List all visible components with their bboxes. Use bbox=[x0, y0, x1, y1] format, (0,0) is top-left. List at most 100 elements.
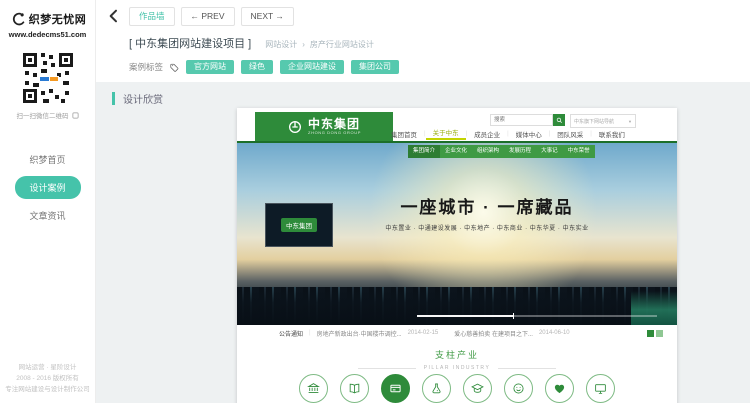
site-nav-about: 关于中东 bbox=[426, 127, 466, 140]
qr-caption: 扫一扫微信二维码 bbox=[0, 110, 95, 120]
slider-progress bbox=[417, 315, 513, 317]
hero-subtitle: 中东置业 · 中通建设发展 · 中东地产 · 中东商业 · 中东华夏 · 中东实… bbox=[307, 223, 667, 232]
ticker-divider: | bbox=[309, 330, 311, 336]
sidebar-item-design-cases[interactable]: 设计案例 bbox=[15, 176, 81, 199]
page: 织梦无忧网 www.dedecms51.com 扫一扫微信二维码 bbox=[0, 0, 750, 403]
hero-slogan: 一座城市 · 一席藏品 bbox=[307, 193, 667, 218]
zhongdong-logo: 中东集团 ZHONG DONG GROUP bbox=[255, 112, 393, 141]
tags-label: 案例标签 bbox=[129, 61, 163, 73]
ticker-pager bbox=[647, 330, 663, 337]
hero-text: 一座城市 · 一席藏品 中东置业 · 中通建设发展 · 中东地产 · 中东商业 … bbox=[307, 193, 667, 232]
breadcrumb-category[interactable]: 网站设计 bbox=[265, 39, 297, 50]
tag-official-site[interactable]: 官方网站 bbox=[186, 60, 234, 74]
site-search-input bbox=[490, 114, 553, 126]
skyline-green-buildings bbox=[631, 291, 677, 325]
site-search bbox=[490, 114, 565, 126]
site-nav-contact: 联系我们 bbox=[592, 129, 632, 139]
sidebar-item-home[interactable]: 织梦首页 bbox=[29, 150, 65, 169]
pillar-section-header: 支柱产业 PILLAR INDUSTRY bbox=[237, 348, 677, 371]
footer-line-2: 2008 - 2016 版权所有 bbox=[0, 373, 95, 384]
title-row: [ 中东集团网站建设项目 ] 网站设计 › 房产行业网站设计 bbox=[129, 35, 374, 51]
news-date-1: 2014-02-15 bbox=[408, 330, 439, 336]
flask-icon bbox=[422, 374, 451, 403]
chevron-down-icon: ▼ bbox=[628, 119, 632, 124]
sidebar-menu: 织梦首页 设计案例 文章资讯 bbox=[0, 150, 95, 225]
tag-group-company[interactable]: 集团公司 bbox=[351, 60, 399, 74]
pagination-controls: 作品墙 ← PREV NEXT → bbox=[129, 7, 294, 26]
search-icon bbox=[556, 117, 563, 124]
design-preview-image[interactable]: 中东集团 ZHONG DONG GROUP 集团首页| 关于中东| 成员企业| … bbox=[237, 108, 677, 403]
site-nav-media: 媒体中心 bbox=[509, 129, 549, 139]
tag-icon bbox=[170, 63, 179, 72]
breadcrumb-current[interactable]: 房产行业网站设计 bbox=[310, 39, 374, 50]
dedecms-logo-icon bbox=[9, 10, 27, 28]
site-nav-members: 成员企业 bbox=[467, 129, 507, 139]
design-section-header: 设计欣赏 bbox=[112, 91, 163, 106]
pillar-subtitle: PILLAR INDUSTRY bbox=[424, 365, 491, 371]
subnav-item-6: 中东荣誉 bbox=[563, 145, 595, 158]
site-nav: 集团首页| 关于中东| 成员企业| 媒体中心| 团队风采| 联系我们 bbox=[384, 126, 632, 141]
zhongdong-logo-subtext: ZHONG DONG GROUP bbox=[308, 130, 361, 135]
works-wall-button[interactable]: 作品墙 bbox=[129, 7, 175, 26]
site-nav-team: 团队风采 bbox=[550, 129, 590, 139]
site-search-button bbox=[553, 114, 565, 126]
zhongdong-logo-text: 中东集团 bbox=[308, 118, 361, 130]
tag-enterprise-website[interactable]: 企业网站建设 bbox=[280, 60, 344, 74]
heart-icon bbox=[545, 374, 574, 403]
subnav-item-1: 集团简介 bbox=[408, 145, 440, 158]
pillar-subtitle-row: PILLAR INDUSTRY bbox=[237, 365, 677, 371]
sidebar: 织梦无忧网 www.dedecms51.com 扫一扫微信二维码 bbox=[0, 0, 96, 403]
finance-card-icon bbox=[381, 374, 410, 403]
sidebar-footer: 网站运营 · 星阶设计 2008 - 2016 版权所有 专注网站建设与设计制作… bbox=[0, 362, 95, 395]
ticker-label: 公告通知 bbox=[279, 329, 303, 338]
breadcrumb-separator: › bbox=[302, 40, 305, 49]
tag-green[interactable]: 绿色 bbox=[241, 60, 273, 74]
pager-dot-1 bbox=[647, 330, 654, 337]
back-button[interactable] bbox=[106, 7, 122, 25]
pillar-icon-row bbox=[237, 374, 677, 403]
footer-line-3: 专注网站建设与设计制作公司 bbox=[0, 384, 95, 395]
hero-banner: 集团简介 企业文化 组织架构 发展历程 大事记 中东荣誉 一座城市 · 一席藏品… bbox=[237, 143, 677, 325]
project-title: [ 中东集团网站建设项目 ] bbox=[129, 35, 251, 51]
monitor-icon bbox=[586, 374, 615, 403]
site-logo-title: 织梦无忧网 bbox=[29, 11, 87, 27]
pillar-title: 支柱产业 bbox=[237, 348, 677, 361]
subnav-item-2: 企业文化 bbox=[440, 145, 472, 158]
section-accent-bar bbox=[112, 92, 115, 105]
graduation-cap-icon bbox=[463, 374, 492, 403]
site-subnav: 集团简介 企业文化 组织架构 发展历程 大事记 中东荣誉 bbox=[408, 145, 595, 158]
building-icon bbox=[299, 374, 328, 403]
news-item-1: 房地产新政出台·中国楼市调控... bbox=[317, 329, 402, 338]
news-date-2: 2014-06-10 bbox=[539, 330, 570, 336]
news-ticker: 公告通知 | 房地产新政出台·中国楼市调控... 2014-02-15 爱心慈善… bbox=[237, 325, 677, 341]
subnav-item-4: 发展历程 bbox=[504, 145, 536, 158]
tags-row: 案例标签 官方网站 绿色 企业网站建设 集团公司 bbox=[129, 60, 399, 74]
chevron-left-icon bbox=[106, 7, 122, 25]
city-skyline bbox=[237, 287, 677, 325]
sidebar-item-articles[interactable]: 文章资讯 bbox=[29, 206, 65, 225]
wechat-icon bbox=[72, 112, 79, 119]
site-nav-select: 中东旗下网站导航 ▼ bbox=[570, 114, 636, 128]
prev-button[interactable]: ← PREV bbox=[181, 7, 235, 26]
subnav-item-5: 大事记 bbox=[536, 145, 563, 158]
footer-line-1: 网站运营 · 星阶设计 bbox=[0, 362, 95, 373]
hero-video-thumbnail: 中东集团 bbox=[265, 203, 333, 247]
smile-icon bbox=[504, 374, 533, 403]
divider-line-right bbox=[498, 368, 556, 369]
breadcrumb: 网站设计 › 房产行业网站设计 bbox=[265, 39, 374, 50]
subnav-item-3: 组织架构 bbox=[472, 145, 504, 158]
news-item-2: 爱心慈善拍卖 在建项目之下... bbox=[454, 329, 533, 338]
zhongdong-logo-icon bbox=[287, 119, 303, 135]
divider-line-left bbox=[358, 368, 416, 369]
site-logo-url: www.dedecms51.com bbox=[0, 30, 95, 39]
book-icon bbox=[340, 374, 369, 403]
slider-handle bbox=[513, 313, 514, 319]
section-title: 设计欣赏 bbox=[123, 91, 163, 106]
video-label: 中东集团 bbox=[281, 218, 317, 232]
site-nav-home: 集团首页 bbox=[384, 129, 424, 139]
pager-dot-2 bbox=[656, 330, 663, 337]
next-button[interactable]: NEXT → bbox=[241, 7, 294, 26]
wechat-qr-code bbox=[21, 51, 75, 105]
hero-slider bbox=[417, 315, 657, 317]
site-logo[interactable]: 织梦无忧网 bbox=[0, 10, 95, 28]
